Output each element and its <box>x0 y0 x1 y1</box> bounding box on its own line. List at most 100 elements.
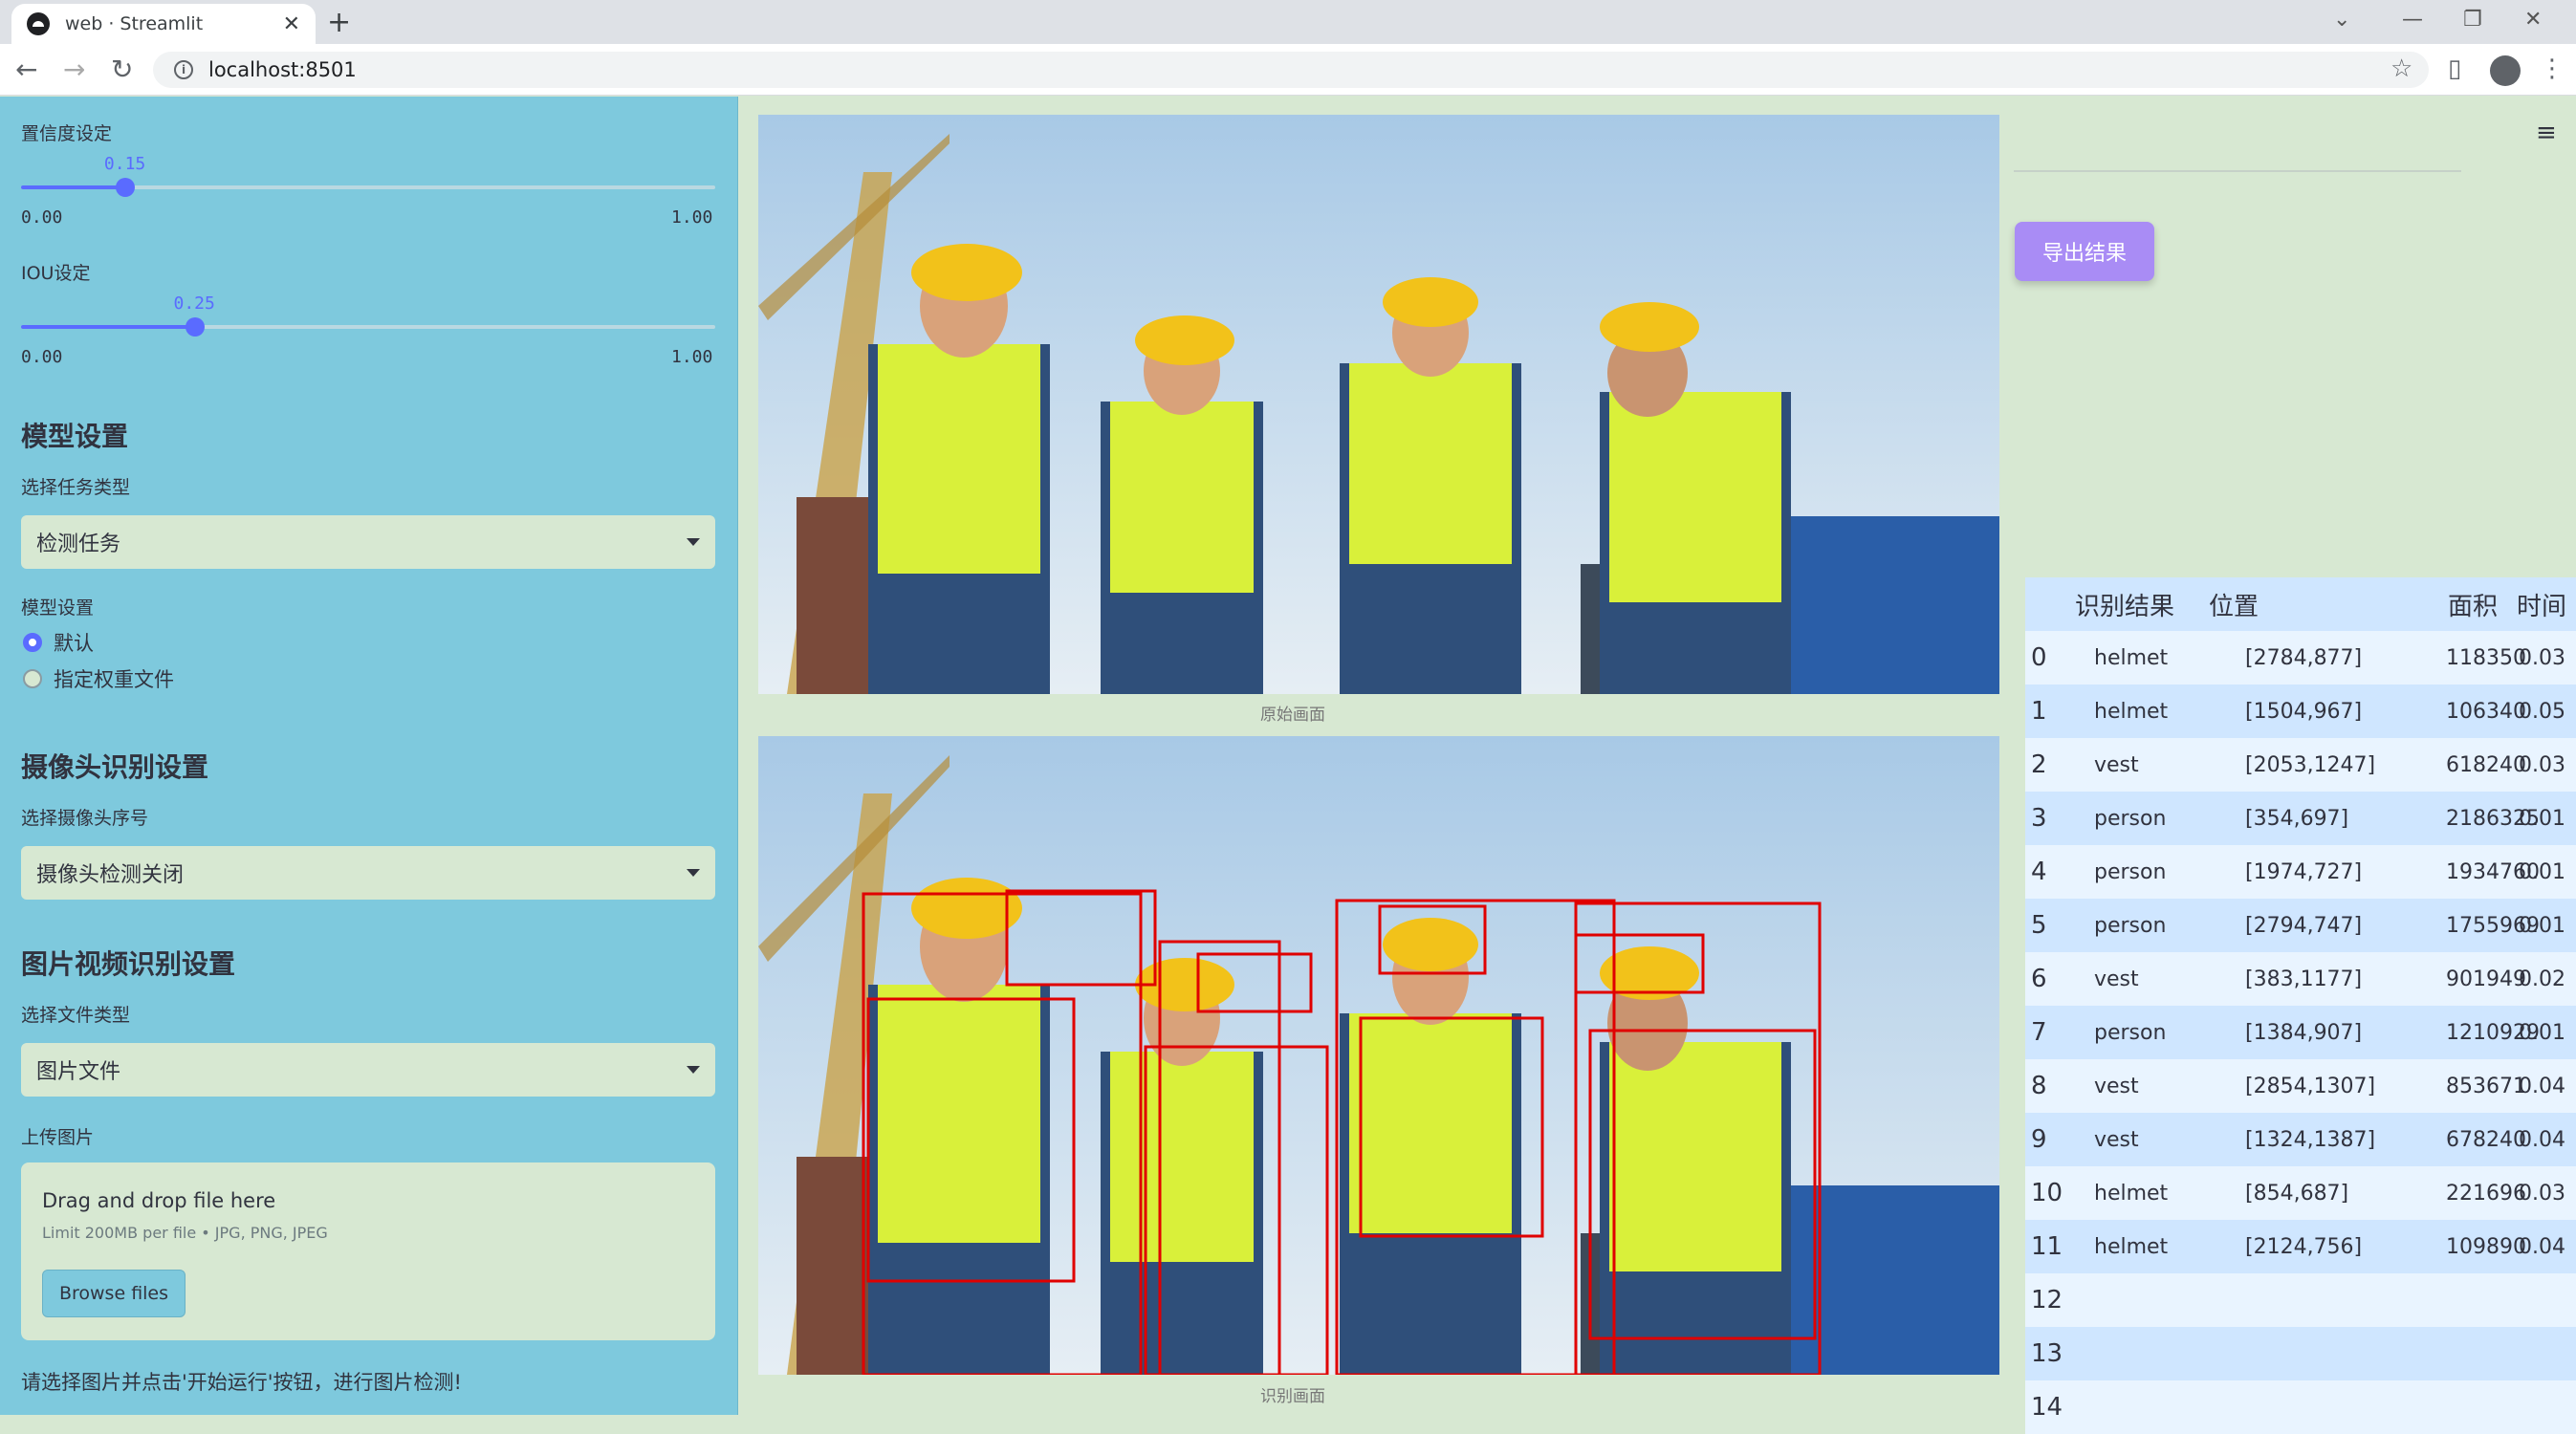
table-row[interactable]: 5 person [2794,747] 1755969 0.01 <box>2025 899 2576 952</box>
row-area: 106340 <box>2446 699 2526 724</box>
instruction-text: 请选择图片并点击'开始运行'按钮，进行图片检测! <box>21 1371 462 1394</box>
row-index: 8 <box>2031 1072 2047 1100</box>
row-index: 14 <box>2031 1393 2063 1422</box>
row-label: helmet <box>2094 699 2169 724</box>
table-row[interactable]: 11 helmet [2124,756] 109890 0.04 <box>2025 1220 2576 1273</box>
row-position: [383,1177] <box>2245 967 2363 991</box>
url-text: localhost:8501 <box>208 58 357 81</box>
side-panel-icon[interactable]: ▯ <box>2448 54 2461 83</box>
row-position: [2124,756] <box>2245 1234 2363 1259</box>
file-dropzone[interactable]: Drag and drop file here Limit 200MB per … <box>21 1162 715 1340</box>
close-window-icon[interactable]: ✕ <box>2524 8 2542 32</box>
iou-slider[interactable] <box>21 317 715 337</box>
media-heading: 图片视频识别设置 <box>21 948 236 980</box>
filetype-label: 选择文件类型 <box>21 1005 131 1026</box>
result-image <box>758 736 1999 1375</box>
table-row[interactable]: 1 helmet [1504,967] 106340 0.05 <box>2025 684 2576 738</box>
row-time: 0.03 <box>2519 752 2565 777</box>
row-index: 2 <box>2031 750 2047 779</box>
browser-tab-strip: web · Streamlit ✕ + ⌄ — ❐ ✕ <box>0 0 2576 44</box>
camera-select[interactable]: 摄像头检测关闭 <box>21 846 715 900</box>
row-index: 11 <box>2031 1232 2063 1261</box>
conf-label: 置信度设定 <box>21 123 113 144</box>
row-position: [854,687] <box>2245 1181 2349 1206</box>
address-bar[interactable]: i localhost:8501 <box>153 52 2429 88</box>
model-label: 模型设置 <box>21 598 95 619</box>
browser-toolbar: ← → ↻ i localhost:8501 ☆ ▯ ⋮ <box>0 44 2576 96</box>
site-info-icon[interactable]: i <box>174 60 193 79</box>
row-area: 618240 <box>2446 752 2526 777</box>
table-row[interactable]: 6 vest [383,1177] 901949 0.02 <box>2025 952 2576 1006</box>
minimize-icon[interactable]: — <box>2402 8 2423 32</box>
upload-label: 上传图片 <box>21 1127 95 1148</box>
row-position: [354,697] <box>2245 806 2349 831</box>
close-tab-icon[interactable]: ✕ <box>283 12 300 36</box>
browser-tab[interactable]: web · Streamlit ✕ <box>11 4 316 44</box>
dropzone-text: Drag and drop file here <box>42 1189 276 1212</box>
model-heading: 模型设置 <box>21 421 129 452</box>
bookmark-star-icon[interactable]: ☆ <box>2390 54 2412 83</box>
row-index: 3 <box>2031 804 2047 833</box>
row-label: helmet <box>2094 1181 2169 1206</box>
browse-files-button[interactable]: Browse files <box>42 1270 186 1317</box>
tab-search-icon[interactable]: ⌄ <box>2333 8 2350 32</box>
table-row[interactable]: 3 person [354,697] 2186325 0.01 <box>2025 792 2576 845</box>
radio-custom-label: 指定权重文件 <box>54 668 174 691</box>
conf-slider-thumb[interactable] <box>115 178 135 197</box>
hamburger-menu-icon[interactable]: ≡ <box>2536 119 2557 147</box>
row-index: 13 <box>2031 1339 2063 1368</box>
row-index: 7 <box>2031 1018 2047 1047</box>
row-position: [1974,727] <box>2245 859 2363 884</box>
filetype-select[interactable]: 图片文件 <box>21 1043 715 1097</box>
original-caption: 原始画面 <box>1260 706 1325 725</box>
profile-avatar[interactable] <box>2490 55 2521 86</box>
back-icon[interactable]: ← <box>15 54 37 85</box>
task-select[interactable]: 检测任务 <box>21 515 715 569</box>
table-row[interactable]: 13 <box>2025 1327 2576 1380</box>
table-row[interactable]: 9 vest [1324,1387] 678240 0.04 <box>2025 1113 2576 1166</box>
table-row[interactable]: 10 helmet [854,687] 221696 0.03 <box>2025 1166 2576 1220</box>
row-time: 0.04 <box>2519 1234 2565 1259</box>
row-label: vest <box>2094 967 2139 991</box>
reload-icon[interactable]: ↻ <box>111 54 133 85</box>
header-label: 识别结果 <box>2075 592 2175 621</box>
task-label: 选择任务类型 <box>21 477 131 498</box>
more-menu-icon[interactable]: ⋮ <box>2540 54 2565 83</box>
row-index: 0 <box>2031 643 2047 672</box>
dropzone-limit: Limit 200MB per file • JPG, PNG, JPEG <box>42 1224 328 1242</box>
table-row[interactable]: 8 vest [2854,1307] 853671 0.04 <box>2025 1059 2576 1113</box>
table-row[interactable]: 2 vest [2053,1247] 618240 0.03 <box>2025 738 2576 792</box>
conf-slider-value: 0.15 <box>103 154 146 174</box>
row-label: vest <box>2094 1127 2139 1152</box>
row-label: person <box>2094 859 2167 884</box>
forward-icon[interactable]: → <box>63 54 85 85</box>
radio-custom-weights[interactable]: 指定权重文件 <box>23 664 174 693</box>
row-label: person <box>2094 1020 2167 1045</box>
row-position: [1324,1387] <box>2245 1127 2376 1152</box>
iou-min: 0.00 <box>21 347 63 367</box>
table-row[interactable]: 14 <box>2025 1380 2576 1434</box>
row-time: 0.03 <box>2519 1181 2565 1206</box>
export-results-button[interactable]: 导出结果 <box>2015 222 2154 281</box>
conf-slider-fill <box>21 185 125 189</box>
row-index: 6 <box>2031 965 2047 993</box>
table-row[interactable]: 4 person [1974,727] 1934760 0.01 <box>2025 845 2576 899</box>
radio-default[interactable]: 默认 <box>23 628 94 657</box>
row-label: person <box>2094 806 2167 831</box>
chevron-down-icon <box>687 1066 700 1074</box>
row-area: 901949 <box>2446 967 2526 991</box>
restore-icon[interactable]: ❐ <box>2463 8 2482 32</box>
table-row[interactable]: 0 helmet [2784,877] 118350 0.03 <box>2025 631 2576 684</box>
row-position: [1384,907] <box>2245 1020 2363 1045</box>
conf-max: 1.00 <box>671 207 713 228</box>
radio-default-label: 默认 <box>54 632 94 655</box>
table-row[interactable]: 12 <box>2025 1273 2576 1327</box>
radio-selected-icon <box>23 633 42 652</box>
new-tab-icon[interactable]: + <box>327 6 351 39</box>
iou-slider-thumb[interactable] <box>185 317 205 337</box>
row-index: 5 <box>2031 911 2047 940</box>
conf-slider[interactable] <box>21 178 715 197</box>
header-area: 面积 <box>2448 592 2499 621</box>
row-index: 9 <box>2031 1125 2047 1154</box>
table-row[interactable]: 7 person [1384,907] 1210929 0.01 <box>2025 1006 2576 1059</box>
